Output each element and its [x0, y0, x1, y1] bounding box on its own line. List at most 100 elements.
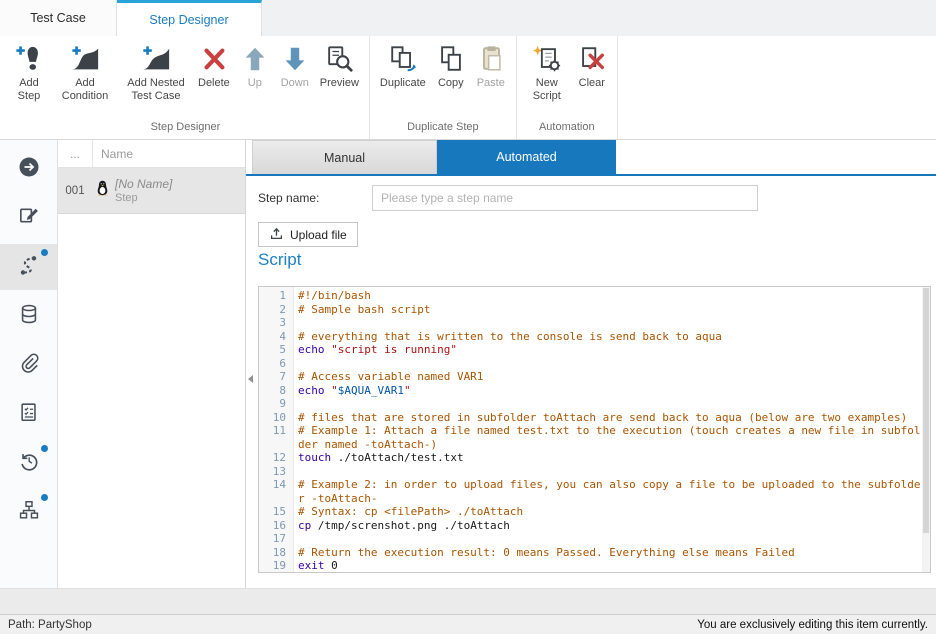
ribbon-group-duplicate-step: Duplicate Copy Paste Duplicate Step — [370, 36, 517, 139]
add-condition-icon — [70, 42, 100, 76]
clear-icon — [577, 42, 607, 76]
column-header-more[interactable]: ... — [58, 140, 93, 167]
ribbon-group-label-automation: Automation — [522, 118, 612, 139]
tab-step-designer-label: Step Designer — [149, 13, 228, 27]
rail-item-attachments[interactable] — [0, 342, 57, 388]
sitemap-icon — [18, 499, 40, 526]
window-tab-strip: Test Case Step Designer — [0, 0, 936, 36]
add-nested-test-case-label: Add Nested Test Case — [124, 77, 188, 103]
status-path: Path: PartyShop — [8, 619, 92, 631]
down-button[interactable]: Down — [275, 40, 315, 92]
history-notification-dot — [41, 445, 48, 452]
script-lines: 1#!/bin/bash2# Sample bash script3 4# ev… — [259, 289, 922, 573]
ribbon: Add Step Add Condition Add Nested Test C… — [0, 36, 936, 140]
code-line: 4# everything that is written to the con… — [259, 330, 922, 344]
upload-icon — [269, 226, 284, 244]
code-line: 2# Sample bash script — [259, 303, 922, 317]
copy-label: Copy — [438, 77, 464, 90]
editor-scrollbar[interactable] — [922, 287, 930, 572]
up-label: Up — [248, 77, 262, 90]
rail-item-navigate[interactable] — [0, 146, 57, 192]
steps-notification-dot — [41, 249, 48, 256]
editor-scrollbar-thumb[interactable] — [923, 288, 929, 533]
upload-file-label: Upload file — [290, 228, 347, 242]
delete-icon — [199, 42, 229, 76]
duplicate-label: Duplicate — [380, 77, 426, 90]
step-mode-tabs: Manual Automated — [246, 140, 936, 176]
linux-penguin-icon — [96, 180, 109, 201]
code-line: 19exit 0 — [259, 559, 922, 573]
tab-automated-label: Automated — [496, 150, 556, 164]
new-script-button[interactable]: New Script — [522, 40, 572, 105]
rail-item-steps[interactable] — [0, 244, 57, 290]
code-line: 17 — [259, 532, 922, 546]
add-step-icon — [14, 42, 44, 76]
tab-manual[interactable]: Manual — [252, 140, 437, 174]
add-nested-test-case-button[interactable]: Add Nested Test Case — [119, 40, 193, 105]
ribbon-group-label-step-designer: Step Designer — [7, 118, 364, 139]
copy-button[interactable]: Copy — [431, 40, 471, 92]
preview-magnifier-icon — [324, 42, 354, 76]
rail-item-checklist[interactable] — [0, 391, 57, 437]
tab-step-designer[interactable]: Step Designer — [117, 0, 262, 36]
copy-icon — [436, 42, 466, 76]
left-icon-rail — [0, 140, 58, 588]
tab-automated[interactable]: Automated — [437, 140, 616, 174]
code-line: 16cp /tmp/screnshot.png ./toAttach — [259, 519, 922, 533]
panel-collapse-handle[interactable] — [246, 366, 255, 392]
code-line: 5echo "script is running" — [259, 343, 922, 357]
up-button[interactable]: Up — [235, 40, 275, 92]
new-script-label: New Script — [527, 77, 567, 103]
rail-item-data[interactable] — [0, 293, 57, 339]
script-heading: Script — [258, 250, 301, 270]
add-step-button[interactable]: Add Step — [7, 40, 51, 105]
status-bar: Path: PartyShop You are exclusively edit… — [0, 614, 936, 634]
database-icon — [18, 303, 40, 330]
duplicate-button[interactable]: Duplicate — [375, 40, 431, 92]
step-list-row[interactable]: 001 [No Name] Step — [58, 168, 245, 214]
script-editor[interactable]: 1#!/bin/bash2# Sample bash script3 4# ev… — [258, 286, 931, 573]
tab-test-case-label: Test Case — [30, 11, 86, 25]
step-row-type: Step — [115, 191, 172, 205]
paperclip-icon — [18, 352, 40, 379]
steps-path-icon — [17, 253, 41, 282]
code-line: 10# files that are stored in subfolder t… — [259, 411, 922, 425]
step-name-label: Step name: — [258, 191, 319, 205]
code-line: 7# Access variable named VAR1 — [259, 370, 922, 384]
paste-clipboard-icon — [476, 42, 506, 76]
step-list-header: ... Name — [58, 140, 245, 168]
step-row-id: 001 — [58, 185, 92, 197]
column-header-name[interactable]: Name — [93, 140, 245, 167]
ribbon-group-label-duplicate-step: Duplicate Step — [375, 118, 511, 139]
rail-item-edit[interactable] — [0, 195, 57, 241]
step-row-name: [No Name] — [115, 177, 172, 191]
code-line: 11# Example 1: Attach a file named test.… — [259, 424, 922, 451]
code-line: 1#!/bin/bash — [259, 289, 922, 303]
hierarchy-notification-dot — [41, 494, 48, 501]
rail-item-hierarchy[interactable] — [0, 489, 57, 535]
down-arrow-icon — [280, 42, 310, 76]
code-line: 14# Example 2: in order to upload files,… — [259, 478, 922, 505]
upload-file-button[interactable]: Upload file — [258, 222, 358, 247]
status-editing-message: You are exclusively editing this item cu… — [697, 619, 928, 631]
paste-label: Paste — [477, 77, 505, 90]
clear-button[interactable]: Clear — [572, 40, 612, 92]
tab-test-case[interactable]: Test Case — [0, 0, 117, 36]
code-line: 3 — [259, 316, 922, 330]
add-condition-button[interactable]: Add Condition — [51, 40, 119, 105]
add-step-label: Add Step — [12, 77, 46, 103]
clear-label: Clear — [579, 77, 605, 90]
paste-button[interactable]: Paste — [471, 40, 511, 92]
main-panel: Manual Automated Step name: Upload file … — [246, 140, 936, 588]
step-name-input[interactable] — [372, 185, 758, 211]
rail-item-history[interactable] — [0, 440, 57, 486]
delete-button[interactable]: Delete — [193, 40, 235, 92]
tab-manual-label: Manual — [324, 151, 365, 165]
preview-button[interactable]: Preview — [315, 40, 364, 92]
preview-label: Preview — [320, 77, 359, 90]
history-clock-icon — [18, 450, 40, 477]
collapse-left-icon — [248, 375, 253, 383]
code-line: 15# Syntax: cp <filePath> ./toAttach — [259, 505, 922, 519]
delete-label: Delete — [198, 77, 230, 90]
up-arrow-icon — [240, 42, 270, 76]
